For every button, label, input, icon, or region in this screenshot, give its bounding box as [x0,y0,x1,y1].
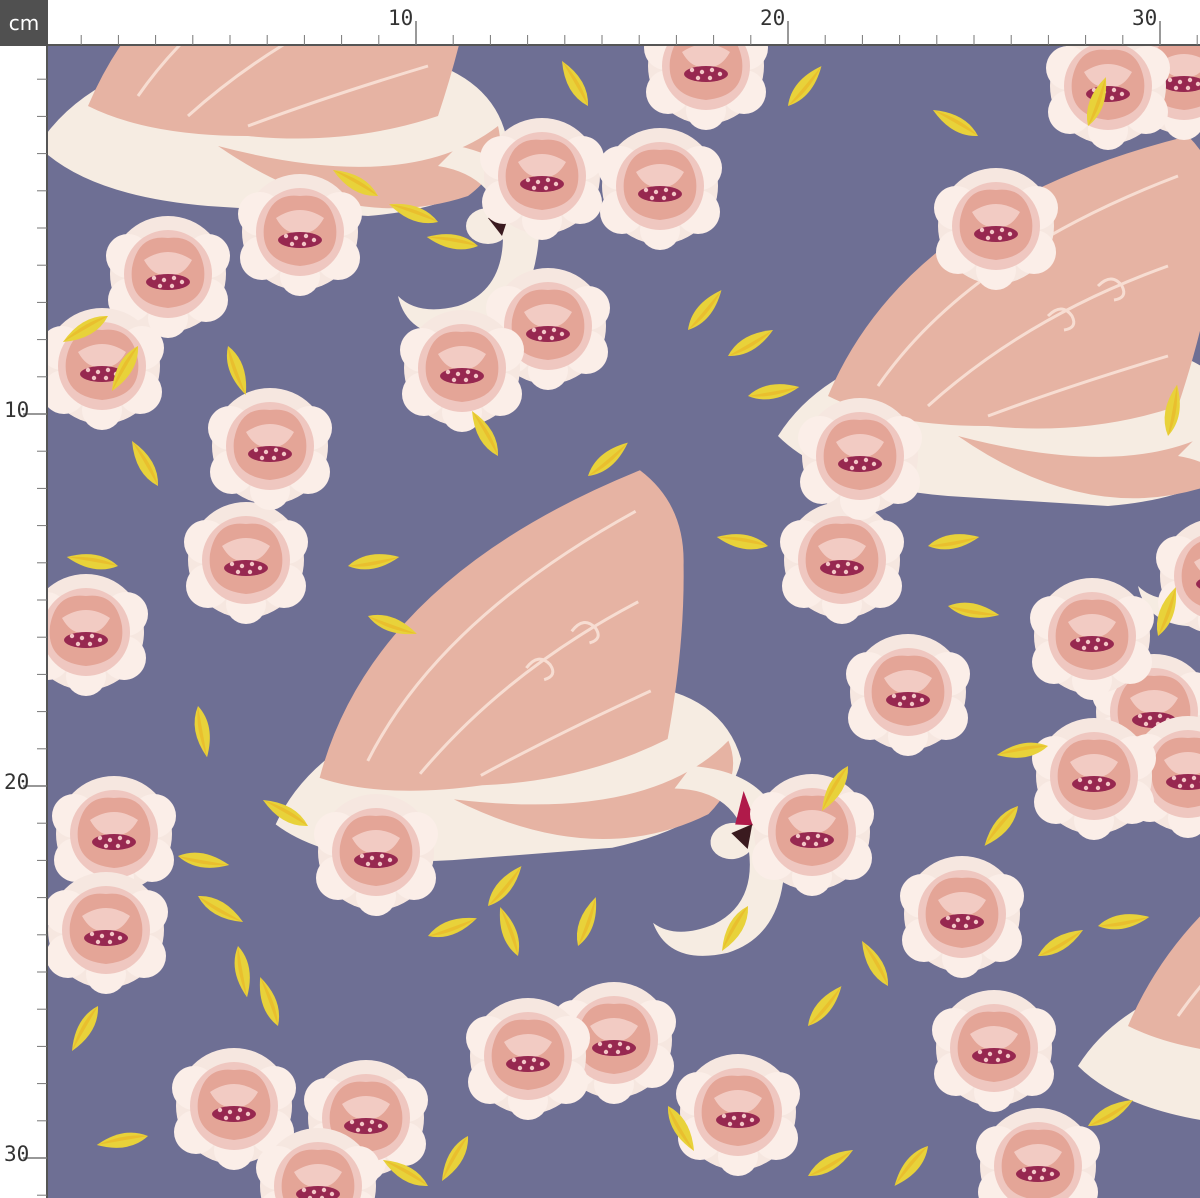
ruler-left-label-10: 10 [4,398,30,422]
ruler-top-label-30: 30 [1132,6,1158,30]
swan-center [232,456,800,1015]
fabric-swatch [48,46,1200,1198]
vertical-ruler-ticks [23,46,48,1198]
ruler-left-label-20: 20 [4,770,30,794]
ruler-top-label-20: 20 [760,6,786,30]
horizontal-ruler-ticks [48,21,1200,46]
unit-label: cm [0,0,48,46]
fabric-preview: cm 10 20 30 10 20 30 [0,0,1200,1198]
ruler-top-label-10: 10 [388,6,414,30]
ruler-left-label-30: 30 [4,1142,30,1166]
vertical-ruler: 10 20 30 [0,46,48,1198]
horizontal-ruler: 10 20 30 [48,0,1200,46]
swan-peony-pattern [48,46,1200,1198]
